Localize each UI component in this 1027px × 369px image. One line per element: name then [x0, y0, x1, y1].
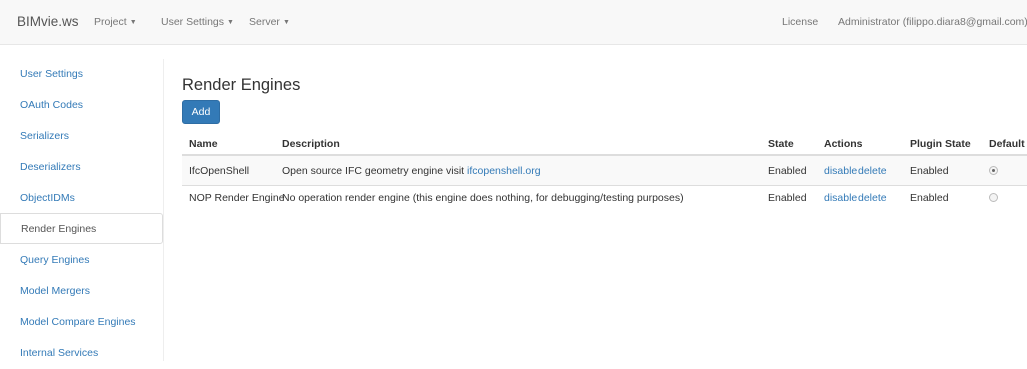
row-plugin-state-cell: Enabled — [910, 192, 949, 204]
user-account-link[interactable]: Administrator (filippo.diara8@gmail.com) — [838, 16, 1027, 28]
sidebar-item-render-engines[interactable]: Render Engines — [0, 213, 163, 244]
sidebar-item-objectidms[interactable]: ObjectIDMs — [0, 183, 163, 214]
menu-server-label: Server — [249, 16, 280, 28]
default-radio[interactable] — [989, 193, 998, 202]
caret-down-icon: ▼ — [129, 19, 137, 26]
row-divider — [182, 185, 1027, 186]
disable-link[interactable]: disable — [824, 165, 857, 177]
sidebar-item-internal-services[interactable]: Internal Services — [0, 338, 163, 369]
column-header-default: Default — [989, 138, 1025, 150]
menu-server[interactable]: Server ▼ — [249, 16, 290, 28]
column-header-actions: Actions — [824, 138, 863, 150]
sidebar-divider — [163, 59, 164, 361]
disable-link[interactable]: disable — [824, 192, 857, 204]
sidebar-item-deserializers[interactable]: Deserializers — [0, 152, 163, 183]
column-header-plugin-state: Plugin State — [910, 138, 971, 150]
sidebar-item-model-compare-engines[interactable]: Model Compare Engines — [0, 307, 163, 338]
menu-user-settings[interactable]: User Settings ▼ — [161, 16, 234, 28]
menu-project[interactable]: Project ▼ — [94, 16, 137, 28]
menu-user-settings-label: User Settings — [161, 16, 225, 28]
row-description-cell: Open source IFC geometry engine visit if… — [282, 165, 541, 177]
column-header-state: State — [768, 138, 794, 150]
add-button[interactable]: Add — [182, 100, 220, 124]
ifcopenshell-link[interactable]: ifcopenshell.org — [467, 165, 541, 177]
delete-link[interactable]: delete — [858, 165, 887, 177]
row-plugin-state-cell: Enabled — [910, 165, 949, 177]
row-state-cell: Enabled — [768, 165, 807, 177]
sidebar-item-query-engines[interactable]: Query Engines — [0, 245, 163, 276]
top-navbar: BIMvie.ws Project ▼ User Settings ▼ Server… — [0, 0, 1027, 45]
row-name-cell: NOP Render Engine — [189, 192, 285, 204]
sidebar-item-oauth-codes[interactable]: OAuth Codes — [0, 90, 163, 121]
brand-link[interactable]: BIMvie.ws — [17, 14, 79, 29]
page-title: Render Engines — [182, 76, 301, 94]
row-description-cell: No operation render engine (this engine … — [282, 192, 684, 204]
caret-down-icon: ▼ — [282, 19, 290, 26]
sidebar-item-serializers[interactable]: Serializers — [0, 121, 163, 152]
caret-down-icon: ▼ — [227, 19, 234, 26]
sidebar-item-model-mergers[interactable]: Model Mergers — [0, 276, 163, 307]
menu-project-label: Project — [94, 16, 127, 28]
sidebar-item-user-settings[interactable]: User Settings — [0, 59, 163, 90]
row-state-cell: Enabled — [768, 192, 807, 204]
column-header-name: Name — [189, 138, 218, 150]
default-radio[interactable] — [989, 166, 998, 175]
row-description-text: Open source IFC geometry engine visit — [282, 165, 468, 177]
license-link[interactable]: License — [782, 16, 818, 28]
column-header-description: Description — [282, 138, 340, 150]
row-name-cell: IfcOpenShell — [189, 165, 250, 177]
delete-link[interactable]: delete — [858, 192, 887, 204]
